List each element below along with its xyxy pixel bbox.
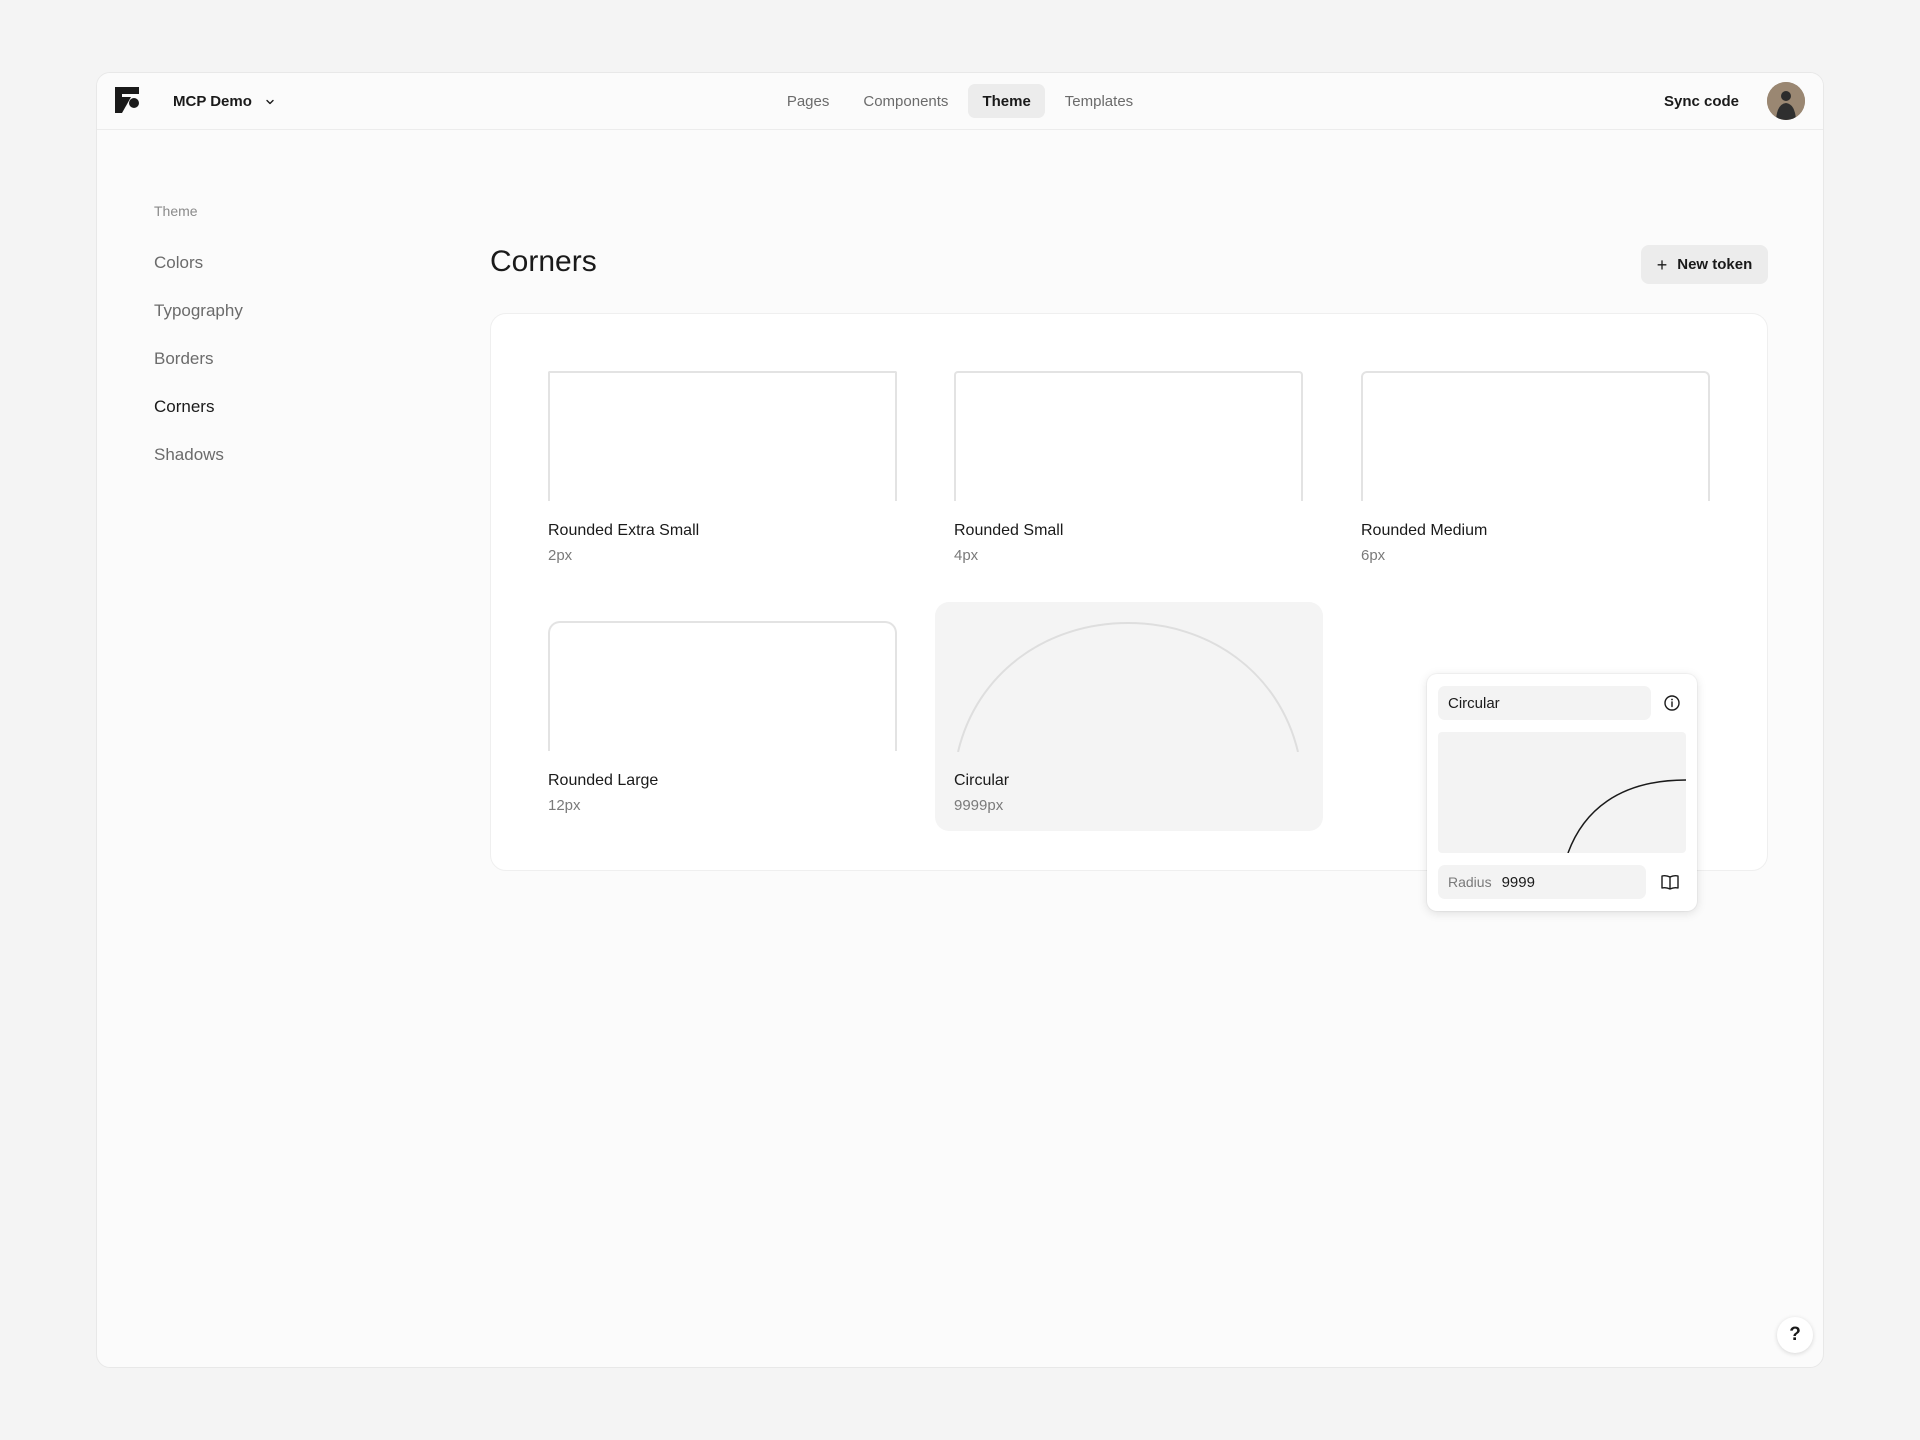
info-icon[interactable] bbox=[1662, 693, 1682, 713]
circular-corner-preview bbox=[957, 622, 1299, 752]
nav-components[interactable]: Components bbox=[849, 84, 962, 118]
radius-curve bbox=[1567, 779, 1686, 853]
sidebar-item-corners[interactable]: Corners bbox=[154, 383, 243, 431]
main-nav: Pages Components Theme Templates bbox=[97, 84, 1823, 118]
sidebar-item-typography[interactable]: Typography bbox=[154, 287, 243, 335]
token-name: Rounded Small bbox=[954, 522, 1064, 539]
token-name-input[interactable] bbox=[1438, 686, 1651, 720]
token-value: 4px bbox=[954, 547, 979, 564]
sidebar-item-borders[interactable]: Borders bbox=[154, 335, 243, 383]
token-value: 12px bbox=[548, 797, 581, 814]
token-name: Rounded Extra Small bbox=[548, 522, 700, 539]
corner-preview bbox=[954, 371, 1303, 501]
nav-theme[interactable]: Theme bbox=[968, 84, 1045, 118]
nav-templates[interactable]: Templates bbox=[1051, 84, 1147, 118]
sidebar-item-shadows[interactable]: Shadows bbox=[154, 431, 243, 479]
book-icon[interactable] bbox=[1659, 871, 1681, 893]
token-editor-popover: Radius 9999 bbox=[1427, 674, 1697, 911]
token-card[interactable]: Rounded Large 12px bbox=[548, 621, 934, 850]
page-title: Corners bbox=[490, 245, 597, 278]
logo-icon[interactable] bbox=[115, 87, 141, 113]
app-window: MCP Demo Pages Components Theme Template… bbox=[96, 72, 1824, 1368]
project-switcher[interactable]: MCP Demo bbox=[173, 73, 276, 130]
corner-preview bbox=[548, 621, 897, 751]
avatar-image bbox=[1767, 82, 1805, 120]
nav-pages[interactable]: Pages bbox=[773, 84, 844, 118]
chevron-down-icon bbox=[266, 99, 274, 104]
help-button[interactable]: ? bbox=[1777, 1317, 1813, 1353]
radius-label: Radius bbox=[1448, 874, 1492, 890]
sidebar-item-colors[interactable]: Colors bbox=[154, 239, 243, 287]
token-card[interactable]: Rounded Medium 6px bbox=[1361, 371, 1747, 600]
token-name: Rounded Medium bbox=[1361, 522, 1488, 539]
corner-preview bbox=[1361, 371, 1710, 501]
plus-icon: + bbox=[1656, 254, 1668, 275]
token-name: Circular bbox=[954, 772, 1010, 789]
project-name: MCP Demo bbox=[173, 93, 252, 110]
sync-code-button[interactable]: Sync code bbox=[1664, 73, 1739, 130]
radius-preview bbox=[1438, 732, 1686, 853]
radius-field[interactable]: Radius 9999 bbox=[1438, 865, 1646, 899]
token-card[interactable]: Rounded Small 4px bbox=[954, 371, 1340, 600]
avatar[interactable] bbox=[1767, 82, 1805, 120]
top-bar: MCP Demo Pages Components Theme Template… bbox=[97, 73, 1823, 130]
token-name: Rounded Large bbox=[548, 772, 659, 789]
new-token-button[interactable]: + New token bbox=[1641, 245, 1768, 284]
token-value: 9999px bbox=[954, 797, 1004, 814]
corner-preview bbox=[548, 371, 897, 501]
token-card-selected[interactable]: Circular 9999px bbox=[935, 602, 1323, 831]
token-value: 6px bbox=[1361, 547, 1386, 564]
sidebar: Colors Typography Borders Corners Shadow… bbox=[154, 249, 243, 489]
token-card[interactable]: Rounded Extra Small 2px bbox=[548, 371, 934, 600]
sidebar-title: Theme bbox=[154, 203, 198, 219]
radius-value[interactable]: 9999 bbox=[1502, 874, 1535, 891]
token-value: 2px bbox=[548, 547, 573, 564]
new-token-label: New token bbox=[1677, 256, 1753, 273]
